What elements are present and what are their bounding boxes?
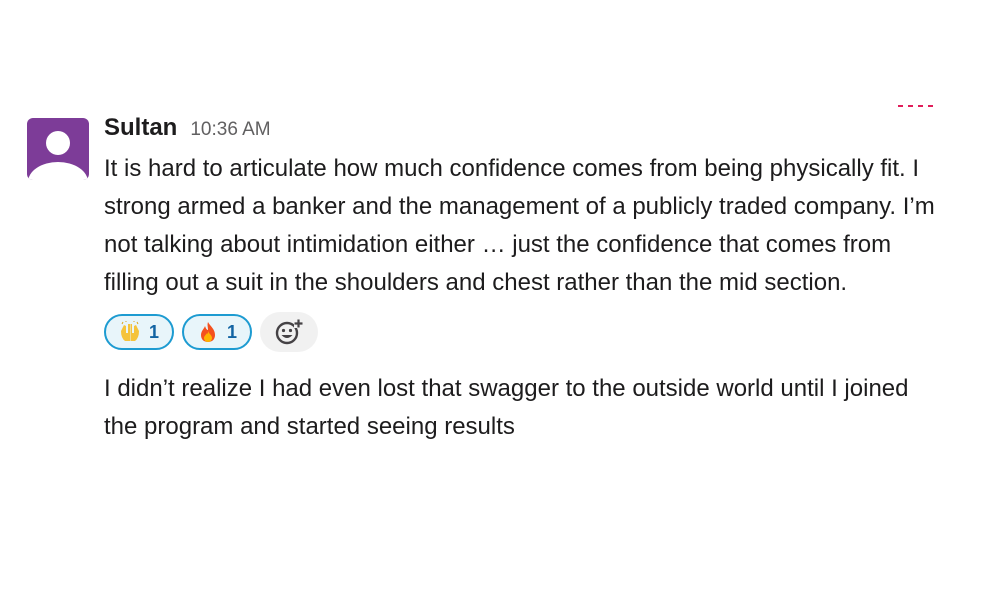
reaction-fire[interactable]: 1 bbox=[182, 314, 252, 350]
timestamp[interactable]: 10:36 AM bbox=[190, 119, 270, 141]
message-header: Sultan 10:36 AM bbox=[104, 114, 944, 148]
reaction-count: 1 bbox=[148, 321, 159, 342]
fire-icon bbox=[200, 322, 215, 342]
message: Sultan 10:36 AM It is hard to articulate… bbox=[104, 114, 944, 446]
user-silhouette-icon bbox=[28, 131, 88, 180]
raised-hands-icon bbox=[120, 321, 139, 341]
reactions-bar: 1 1 bbox=[104, 312, 944, 352]
reaction-raised-hands[interactable]: 1 bbox=[104, 314, 174, 350]
add-emoji-icon bbox=[275, 319, 303, 345]
new-messages-divider bbox=[898, 104, 942, 108]
message-text: It is hard to articulate how much confid… bbox=[104, 155, 935, 296]
username[interactable]: Sultan bbox=[104, 114, 177, 142]
message-text: I didn’t realize I had even lost that sw… bbox=[104, 375, 909, 440]
message-view: Sultan 10:36 AM It is hard to articulate… bbox=[0, 0, 1000, 600]
reaction-count: 1 bbox=[226, 321, 237, 342]
avatar[interactable] bbox=[27, 118, 89, 180]
add-reaction-button[interactable] bbox=[260, 312, 318, 352]
